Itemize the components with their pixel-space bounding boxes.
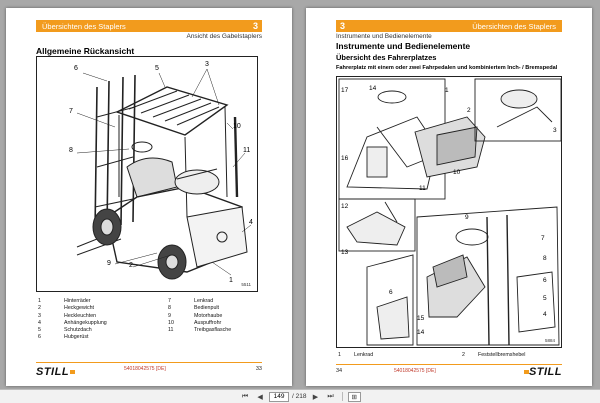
document-number: 54018042575 [DE] bbox=[124, 366, 166, 372]
callout-5: 5 bbox=[543, 295, 547, 302]
legend: 1 Lenkrad 2 Feststellbremshebel bbox=[338, 352, 525, 359]
header-subtitle: Ansicht des Gabelstaplers bbox=[186, 33, 262, 40]
last-page-icon[interactable]: ⏭ bbox=[325, 391, 337, 402]
chapter-number: 3 bbox=[340, 21, 346, 31]
callout-8: 8 bbox=[69, 147, 73, 154]
legend-row: 10 Auspuffrohr bbox=[168, 319, 222, 326]
left-page: Übersichten des Staplers 3 Ansicht des G… bbox=[6, 8, 292, 386]
legend-row: 6 Hubgerüst bbox=[38, 334, 89, 341]
section-subtitle: Übersicht des Fahrerplatzes bbox=[336, 53, 437, 62]
legend: 1 Hinterräder 2 Heckgewicht 3 Heckleuchten … bbox=[38, 298, 298, 342]
legend-column-right: 7 Lenkrad 8 Bedienpult 9 Motorhaube 10 Auspu… bbox=[168, 298, 298, 342]
page-header-bar: Übersichten des Staplers 3 bbox=[36, 20, 262, 32]
header-subtitle: Instrumente und Bedienelemente bbox=[336, 33, 432, 40]
legend-row: 1 Hinterräder bbox=[38, 298, 91, 304]
footer-rule bbox=[36, 362, 262, 363]
page-number: 34 bbox=[336, 368, 343, 374]
callout-7: 7 bbox=[541, 235, 545, 242]
callout-2: 2 bbox=[467, 107, 471, 114]
footer-rule bbox=[336, 364, 562, 365]
figure-caption: Fahrerplatz mit einem oder zwei Fahrpeda… bbox=[336, 65, 558, 71]
legend-row: 8 Bedienpult bbox=[168, 305, 220, 312]
callout-3: 3 bbox=[553, 127, 557, 134]
next-page-icon[interactable]: ▶ bbox=[310, 391, 322, 402]
chapter-number: 3 bbox=[252, 21, 258, 31]
callout-6: 6 bbox=[543, 277, 547, 284]
callout-8: 8 bbox=[543, 255, 547, 262]
section-title: Instrumente und Bedienelemente bbox=[336, 41, 471, 51]
still-logo: STILL bbox=[523, 366, 562, 378]
page-number: 33 bbox=[255, 366, 262, 372]
pdf-viewer-toolbar: ⏮ ◀ / 218 ▶ ⏭ ⊞ bbox=[0, 389, 600, 403]
legend-row: 7 Lenkrad bbox=[168, 298, 214, 304]
header-title: Übersichten des Staplers bbox=[42, 21, 126, 31]
callout-15: 15 bbox=[417, 315, 425, 322]
legend-column-left: 1 Hinterräder 2 Heckgewicht 3 Heckleuchten … bbox=[38, 298, 168, 342]
callout-14: 14 bbox=[417, 329, 425, 336]
callout-3-top: 3 bbox=[205, 61, 209, 68]
toolbar-divider bbox=[341, 392, 343, 401]
legend-row: 4 Anhängekupplung bbox=[38, 319, 107, 326]
callout-6-left: 6 bbox=[389, 289, 393, 296]
total-pages: / 218 bbox=[292, 393, 307, 400]
right-page: 3 Übersichten des Staplers Instrumente u… bbox=[306, 8, 592, 386]
legend-row: 2 Feststellbremshebel bbox=[462, 352, 526, 358]
callout-10: 10 bbox=[453, 169, 461, 176]
callout-11: 11 bbox=[419, 185, 426, 192]
legend-row: 2 Heckgewicht bbox=[38, 305, 95, 312]
still-logo: STILL bbox=[36, 366, 76, 378]
callout-9: 9 bbox=[107, 260, 111, 267]
legend-row: 9 Motorhaube bbox=[168, 312, 223, 319]
driver-cab-figure: 17 16 14 1 2 3 10 11 12 13 9 7 8 6 5 4 6… bbox=[336, 76, 562, 348]
callout-11: 11 bbox=[243, 147, 251, 154]
legend-row: 11 Treibgasflasche bbox=[168, 327, 232, 334]
header-title: Übersichten des Staplers bbox=[472, 21, 556, 31]
document-number: 54018042575 [DE] bbox=[394, 368, 436, 374]
callout-7: 7 bbox=[69, 108, 73, 115]
callout-10: 10 bbox=[233, 123, 241, 130]
callout-16: 16 bbox=[341, 155, 349, 162]
legend-row: 5 Schutzdach bbox=[38, 327, 92, 334]
callout-1: 1 bbox=[445, 87, 449, 94]
forklift-rear-view-figure: 6 5 3 7 8 10 11 4 9 2 1 5511 bbox=[36, 56, 258, 292]
figure-code: 5511 bbox=[241, 282, 251, 287]
forklift-illustration bbox=[76, 68, 252, 280]
callout-14-top: 14 bbox=[369, 85, 377, 92]
legend-row: 3 Heckleuchten bbox=[38, 312, 97, 319]
prev-page-icon[interactable]: ◀ bbox=[254, 391, 266, 402]
callout-1: 1 bbox=[229, 277, 233, 284]
zoom-control[interactable]: ⊞ bbox=[347, 391, 361, 402]
first-page-icon[interactable]: ⏮ bbox=[239, 391, 251, 402]
page-header-bar: 3 Übersichten des Staplers bbox=[336, 20, 562, 32]
legend-row: 1 Lenkrad bbox=[338, 352, 374, 358]
callout-5: 5 bbox=[155, 65, 159, 72]
callout-17: 17 bbox=[341, 87, 349, 94]
callout-2: 2 bbox=[129, 262, 133, 269]
callout-6: 6 bbox=[74, 65, 78, 72]
figure-code: 5884 bbox=[544, 338, 555, 343]
callout-13: 13 bbox=[341, 249, 349, 256]
cab-illustration bbox=[338, 78, 561, 346]
callout-4: 4 bbox=[249, 219, 253, 226]
callout-9: 9 bbox=[465, 214, 469, 221]
callout-12: 12 bbox=[341, 203, 349, 210]
callout-4: 4 bbox=[543, 311, 547, 318]
page-number-input[interactable] bbox=[269, 391, 290, 402]
section-title: Allgemeine Rückansicht bbox=[36, 46, 135, 56]
